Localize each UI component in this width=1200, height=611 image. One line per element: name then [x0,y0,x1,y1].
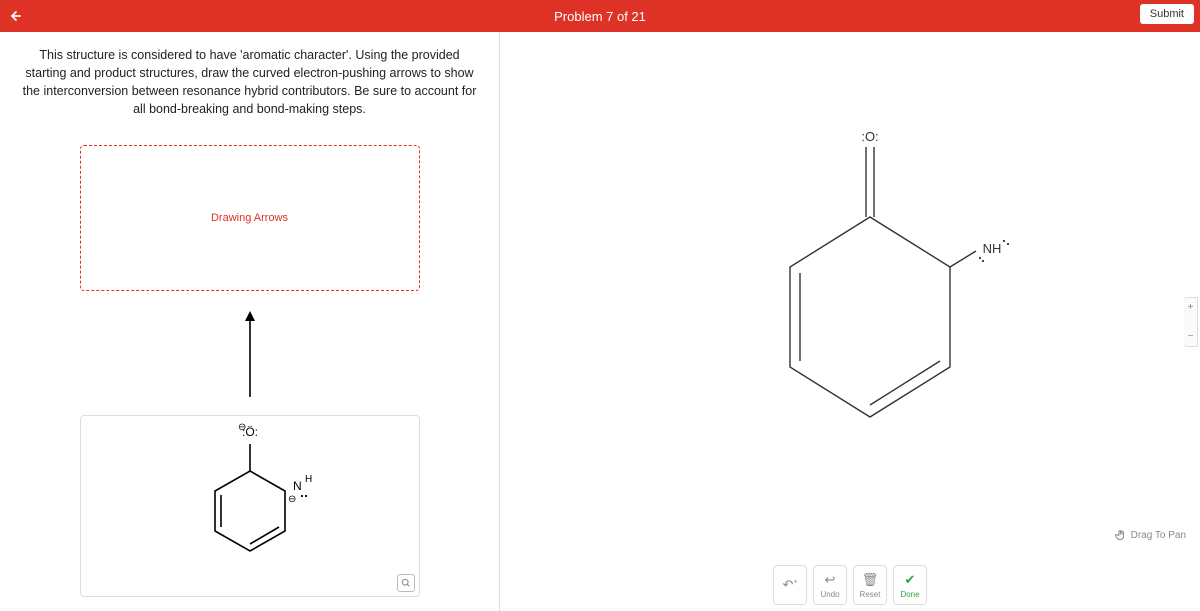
reset-button[interactable]: 🗑 Reset [853,565,887,605]
step-back-button[interactable]: ↶+ [773,565,807,605]
oxygen-label-right: :O: [861,129,878,144]
question-text: This structure is considered to have 'ar… [20,46,479,119]
arrow-left-icon [9,9,23,23]
oxygen-charge: ⊖ [238,422,246,433]
resonance-double-arrow-icon [244,311,256,397]
product-structure-card[interactable]: :Ö: ⊖ N H ⊖ [80,415,420,597]
drag-to-pan-hint: Drag To Pan [1115,529,1186,541]
check-circle-icon: ✔ [905,572,916,588]
question-panel: This structure is considered to have 'ar… [0,32,500,611]
zoom-in-button[interactable]: + [1188,302,1194,313]
done-button[interactable]: ✔ Done [893,565,927,605]
zoom-out-button[interactable]: − [1188,331,1194,342]
back-button[interactable] [0,0,32,32]
n-charge: ⊖ [288,494,296,505]
structure-zoom-button[interactable] [397,574,415,592]
problem-counter: Problem 7 of 21 [554,9,646,24]
undo-button[interactable]: ↩ Undo [813,565,847,605]
molecule-left-svg: :Ö: ⊖ N H ⊖ [160,416,340,596]
hand-icon [1115,529,1127,541]
magnify-icon [401,578,411,588]
zoom-control[interactable]: + − [1184,297,1198,347]
app-header: Problem 7 of 21 Submit [0,0,1200,32]
submit-button[interactable]: Submit [1140,4,1194,24]
canvas-toolbar: ↶+ ↩ Undo 🗑 Reset ✔ Done [773,565,927,605]
trash-icon: 🗑 [862,572,879,588]
drawing-box-label: Drawing Arrows [211,212,288,224]
n-label: N [293,479,302,493]
drawing-arrows-dropzone[interactable]: Drawing Arrows [80,145,420,292]
step-back-icon: ↶+ [783,577,798,593]
nh-label-right: NH [983,241,1002,256]
drawing-canvas[interactable]: :O: NH ↶+ ↩ Undo 🗑 Reset ✔ D [500,32,1200,611]
molecule-right-svg: :O: NH [750,127,1040,487]
h-label: H [305,474,312,485]
main-area: This structure is considered to have 'ar… [0,32,1200,611]
undo-icon: ↩ [825,572,836,588]
